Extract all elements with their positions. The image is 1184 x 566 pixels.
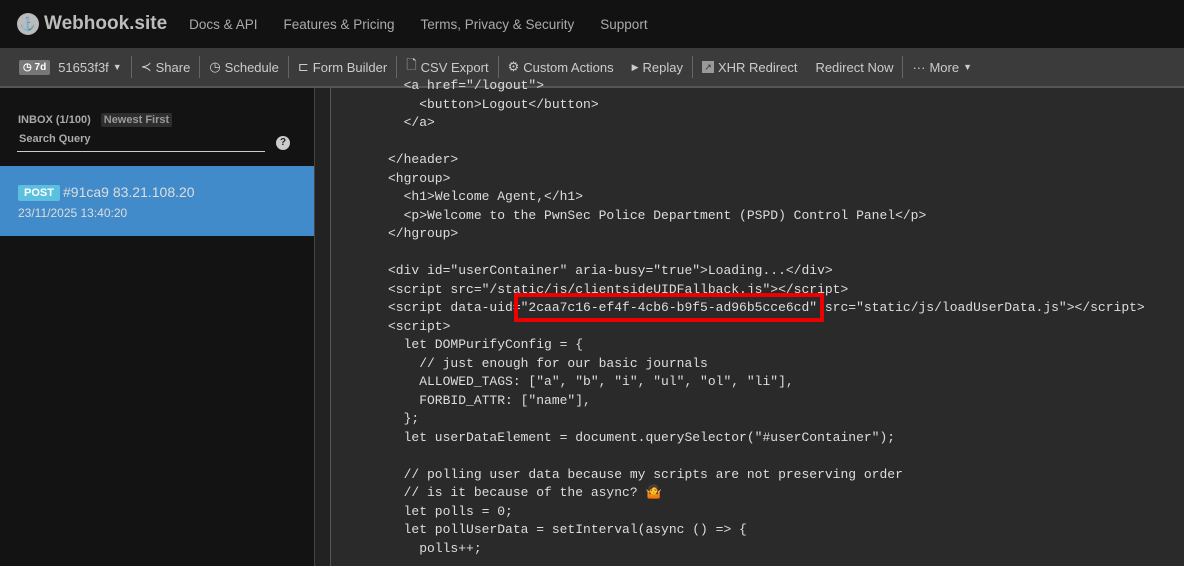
help-icon[interactable]: ? [276,136,290,150]
inbox-header: INBOX (1/100) Newest First [18,113,173,127]
code-lines-after: <script> let DOMPurifyConfig = { // just… [388,318,1145,559]
request-id: #91ca9 83.21.108.20 [63,184,195,200]
brand-logo[interactable]: ⚓ Webhook.site [17,13,167,35]
token-dropdown[interactable]: ◷ 7d 51653f3f ▼ [19,56,131,78]
code-line: let pollUserData = setInterval(async () … [388,522,747,537]
code-line: <script> [388,318,451,334]
expiry-badge: ◷ 7d [19,59,51,75]
more-label: More [929,59,960,75]
code-line: <p>Welcome to the PwnSec Police Departme… [388,207,927,223]
code-line: </header> [388,152,459,167]
code-line: }; [388,411,420,426]
share-button[interactable]: ≺ Share [132,56,200,78]
code-line: </hgroup> [388,226,459,241]
panel-divider[interactable] [314,88,331,566]
csv-export-button[interactable]: 🗋 CSV Export [397,56,497,78]
code-line: polls++; [388,540,482,556]
top-nav: ⚓ Webhook.site Docs & API Features & Pric… [0,0,1184,48]
xhr-redirect-button[interactable]: ↗ XHR Redirect [693,56,806,78]
inbox-count: INBOX (1/100) [18,114,91,126]
caret-down-icon: ▼ [112,62,122,72]
redirect-now-button[interactable]: Redirect Now [806,56,902,78]
request-date: 23/11/2025 13:40:20 [18,206,128,220]
search-placeholder: Search Query [19,133,91,145]
code-line: let polls = 0; [388,503,513,519]
nav-terms[interactable]: Terms, Privacy & Security [421,17,575,32]
code-text: <script data-uid= [388,300,521,315]
gear-icon: ⚙ [507,59,520,74]
code-line: <a href="/logout"> [388,78,545,93]
code-line: // polling user data because my scripts … [388,466,903,482]
custom-actions-label: Custom Actions [523,59,614,75]
method-badge: POST [18,185,60,201]
clock-icon: ◷ [23,61,32,73]
code-line: FORBID_ATTR: ["name"], [388,392,591,408]
sort-toggle[interactable]: Newest First [100,113,173,127]
code-line: <div id="userContainer" aria-busy="true"… [388,263,833,278]
webhook-logo-icon: ⚓ [17,13,39,35]
nav-pricing[interactable]: Features & Pricing [283,17,394,32]
code-lines-before: <a href="/logout"> <button>Logout</butto… [388,77,1145,299]
request-list-item[interactable]: POST #91ca9 83.21.108.20 23/11/2025 13:4… [0,166,314,236]
replay-button[interactable]: ▶ Replay [623,56,692,78]
code-line: <hgroup> [388,170,451,186]
more-dropdown[interactable]: ··· More ▼ [903,56,981,78]
caret-down-icon: ▼ [963,62,973,72]
form-builder-button[interactable]: ⊏ Form Builder [289,56,396,78]
form-builder-label: Form Builder [312,59,388,75]
request-body-code: <a href="/logout"> <button>Logout</butto… [388,77,1145,558]
form-icon: ⊏ [297,59,309,74]
external-link-icon: ↗ [701,61,714,73]
redirect-now-label: Redirect Now [815,59,894,75]
code-text: src="static/js/loadUserData.js"></script… [817,300,1145,315]
share-label: Share [155,59,191,75]
nav-support[interactable]: Support [600,17,647,32]
code-line: let userDataElement = document.querySele… [388,429,896,445]
csv-export-label: CSV Export [420,59,489,75]
token-label: 51653f3f [58,59,109,75]
code-line: <h1>Welcome Agent,</h1> [388,189,584,204]
code-line: // is it because of the async? 🤷 [388,485,662,500]
brand-name: Webhook.site [44,13,168,34]
code-line: </a> [388,115,435,130]
replay-label: Replay [642,59,683,75]
search-input[interactable]: Search Query [17,133,265,152]
share-icon: ≺ [140,59,152,74]
code-line: <button>Logout</button> [388,96,599,112]
code-line: ALLOWED_TAGS: ["a", "b", "i", "ul", "ol"… [388,374,794,389]
code-line: <script src="/static/js/clientsideUIDFal… [388,281,849,297]
code-line: let DOMPurifyConfig = { [388,337,584,352]
file-icon: 🗋 [406,57,417,72]
schedule-button[interactable]: ◷ Schedule [200,56,288,78]
ellipsis-icon: ··· [912,59,926,75]
highlighted-uid: "2caa7c16-ef4f-4cb6-b9f5-ad96b5cce6cd" [513,293,825,322]
code-line-uid: <script data-uid="2caa7c16-ef4f-4cb6-b9f… [388,293,1145,322]
expiry-label: 7d [34,61,47,73]
schedule-label: Schedule [224,59,279,75]
play-icon: ▶ [631,61,639,72]
custom-actions-button[interactable]: ⚙ Custom Actions [499,56,623,78]
clock-icon: ◷ [209,59,221,74]
sidebar: INBOX (1/100) Newest First Search Query ?… [0,88,314,566]
code-line: // just enough for our basic journals [388,355,708,371]
nav-docs[interactable]: Docs & API [189,17,257,32]
xhr-redirect-label: XHR Redirect [717,59,798,75]
